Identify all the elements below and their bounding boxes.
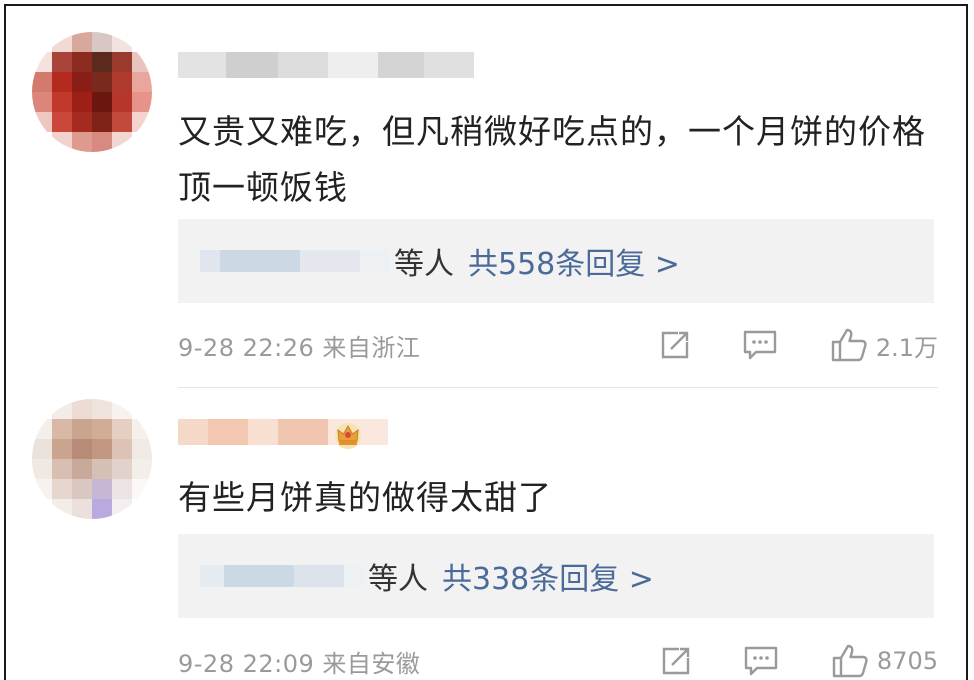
share-button[interactable] <box>659 644 693 678</box>
view-replies-link[interactable]: 共338条回复 > <box>442 554 654 598</box>
comment-icon <box>743 330 777 360</box>
timestamp-location: 9-28 22:09 来自安徽 <box>178 649 421 678</box>
reply-summary[interactable]: 等人 共338条回复 > <box>178 534 934 618</box>
comment-meta: 9-28 22:09 来自安徽 8705 <box>178 641 938 680</box>
comment-button[interactable] <box>743 644 779 678</box>
view-replies-link[interactable]: 共558条回复 > <box>468 239 680 283</box>
share-icon <box>661 331 689 359</box>
thumbs-up-icon <box>832 644 868 678</box>
timestamp-location: 9-28 22:26 来自浙江 <box>178 333 421 362</box>
reply-suffix: 等人 <box>368 562 428 597</box>
share-icon <box>662 647 690 675</box>
comment-text: 又贵又难吃，但凡稍微好吃点的，一个月饼的价格顶一顿饭钱 <box>178 112 926 207</box>
replier-names-blurred <box>200 250 390 272</box>
comment-list: 又贵又难吃，但凡稍微好吃点的，一个月饼的价格顶一顿饭钱 等人 共558条回复 >… <box>4 4 968 680</box>
reply-summary[interactable]: 等人 共558条回复 > <box>178 219 934 303</box>
comment-text: 有些月饼真的做得太甜了 <box>178 478 552 517</box>
username-blurred[interactable] <box>178 52 474 78</box>
like-button[interactable]: 8705 <box>831 643 938 679</box>
avatar[interactable] <box>32 32 152 152</box>
reply-suffix: 等人 <box>394 247 454 282</box>
thumbs-up-icon <box>831 328 867 362</box>
like-count: 8705 <box>876 647 938 675</box>
comment-divider <box>178 387 938 388</box>
like-button[interactable]: 2.1万 <box>830 327 938 363</box>
share-button[interactable] <box>658 328 692 362</box>
crown-icon <box>335 423 361 449</box>
comment-meta: 9-28 22:26 来自浙江 2.1万 <box>178 325 938 365</box>
avatar[interactable] <box>32 399 152 519</box>
like-count: 2.1万 <box>875 333 938 362</box>
comment-icon <box>744 646 778 676</box>
replier-names-blurred <box>200 565 364 587</box>
comment-button[interactable] <box>742 328 778 362</box>
